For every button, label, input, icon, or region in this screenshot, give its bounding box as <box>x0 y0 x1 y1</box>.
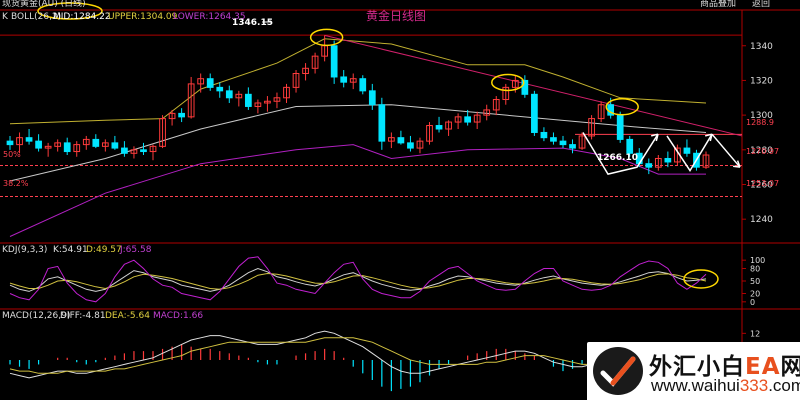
macd-dea: DEA:-5.64 <box>105 311 150 321</box>
highlight-circle <box>309 28 344 47</box>
macd-tick-label: 12 <box>750 329 760 338</box>
candle-body <box>368 90 376 106</box>
level-upper-label: 1288.9 <box>746 118 774 127</box>
candle-body <box>626 138 634 154</box>
kdj-line-d <box>9 272 707 290</box>
main-indicator-name: K <box>2 12 8 22</box>
kdj-line-k <box>9 267 707 292</box>
fib-50-label: 50% <box>3 150 21 159</box>
candle-body <box>397 137 405 144</box>
boll-mid-label: MID:1284.22 <box>53 12 111 22</box>
candle-body <box>244 93 252 107</box>
candle-body <box>540 131 548 139</box>
candle-body <box>63 142 71 153</box>
chart-title: 黄金日线图 <box>366 9 427 23</box>
candle-body <box>330 45 338 78</box>
candle-body <box>378 104 386 142</box>
projection-arrow-3 <box>711 133 741 168</box>
candle-body <box>35 140 42 149</box>
watermark-url: www.waihui333.com <box>651 376 800 395</box>
candle-body <box>664 157 672 163</box>
window-title: 现货黄金(AU) (日线) <box>2 0 86 9</box>
candle-body <box>359 78 367 92</box>
price-tick-label: 1340 <box>750 42 773 52</box>
kdj-k: K:54.91 <box>53 245 88 255</box>
candle-body <box>521 79 529 95</box>
gold-daily-chart: 1240126012801300132013400205080100012 <box>0 2 800 400</box>
kdj-line-j <box>9 256 707 303</box>
kdj-j: J:65.58 <box>120 245 152 255</box>
level-lower-label: 1253.07 <box>746 179 780 188</box>
candle-body <box>6 140 14 146</box>
kdj-name: KDJ(9,3,3) <box>2 245 48 255</box>
kdj-tick-label: 50 <box>750 277 760 286</box>
candle-body <box>531 93 538 133</box>
boll-upper-label: UPPER:1304.09 <box>108 12 178 22</box>
fib-382-label: 38.2% <box>3 179 29 188</box>
candle-body <box>550 137 557 142</box>
high-price-label: 1346.15 <box>232 18 273 28</box>
candle-body <box>616 114 624 140</box>
overlay-product-button[interactable]: 商品叠加 <box>700 0 736 10</box>
candle-body <box>225 90 233 99</box>
candle-body <box>140 149 147 153</box>
macd-diff: DIFF:-4.81 <box>60 311 106 321</box>
candle-body <box>111 142 119 149</box>
candle-body <box>92 138 100 147</box>
kdj-tick-label: 100 <box>750 256 765 265</box>
candle-body <box>435 125 443 130</box>
kdj-tick-label: 0 <box>750 298 755 307</box>
candle-body <box>683 147 691 154</box>
candle-body <box>178 112 185 118</box>
candle-body <box>121 147 128 154</box>
candle-body <box>645 163 653 168</box>
price-tick-label: 1320 <box>750 76 773 86</box>
kdj-d: D:49.57 <box>86 245 122 255</box>
candle-body <box>464 116 472 123</box>
candle-body <box>407 142 414 149</box>
candle-body <box>206 78 214 88</box>
candle-body <box>559 140 567 146</box>
candle-body <box>340 76 348 83</box>
candle-body <box>25 137 33 142</box>
level-mid-label: 1270.97 <box>746 147 780 156</box>
kdj-tick-label: 20 <box>750 290 760 299</box>
candle-body <box>569 144 576 149</box>
macd-value: MACD:1.66 <box>153 311 204 321</box>
back-button[interactable]: 返回 <box>752 0 770 10</box>
check-logo-icon <box>593 347 643 395</box>
site-watermark: 外汇小白EA网 www.waihui333.com <box>587 342 800 400</box>
candle-body <box>216 86 224 92</box>
price-tick-label: 1240 <box>750 215 773 225</box>
low-price-label: 1266.10 <box>597 153 638 163</box>
kdj-tick-label: 80 <box>750 265 760 274</box>
